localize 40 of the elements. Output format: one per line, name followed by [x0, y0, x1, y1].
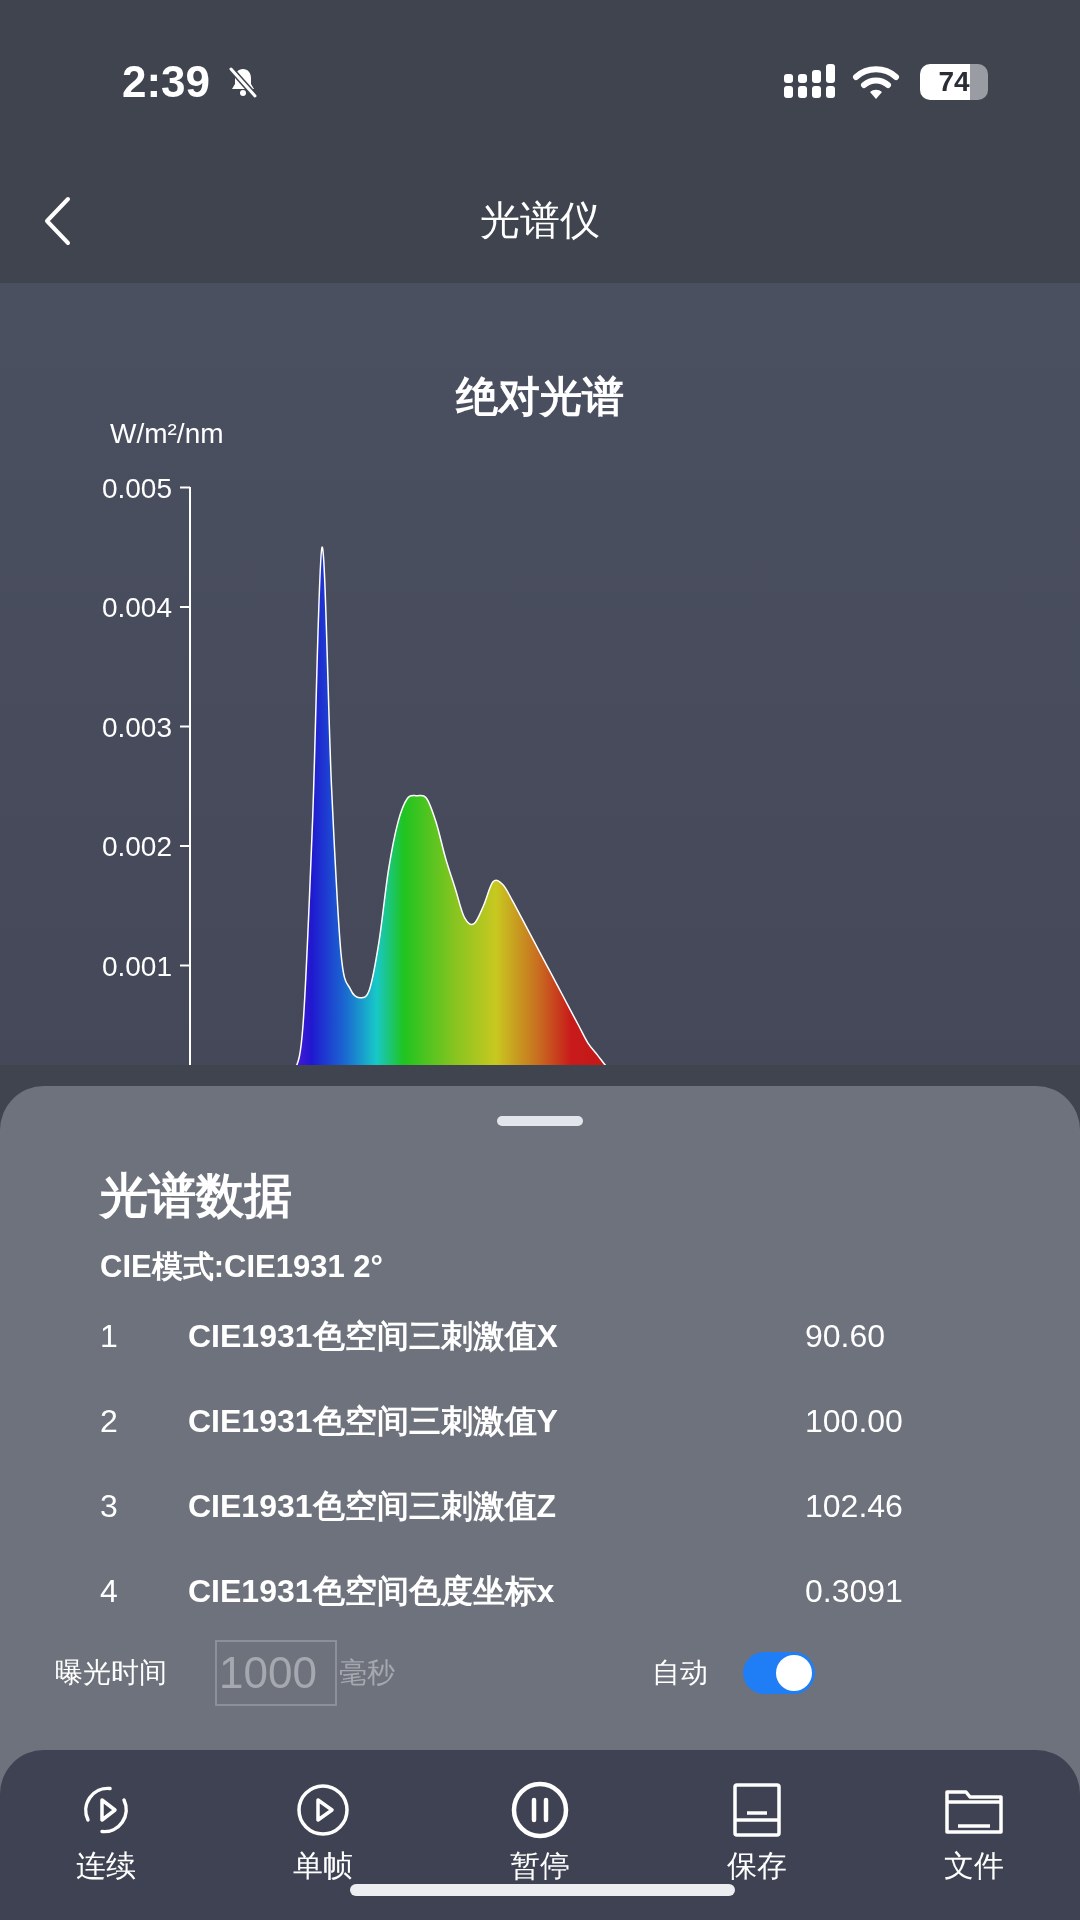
parameter-value: 100.00 — [805, 1403, 903, 1440]
parameter-name: CIE1931色空间三刺激值Z — [188, 1486, 558, 1526]
folder-icon — [945, 1790, 1003, 1834]
exposure-label: 曝光时间 — [55, 1656, 168, 1690]
chart-title: 绝对光谱 — [456, 373, 624, 420]
auto-toggle[interactable] — [743, 1652, 815, 1694]
signal-icon — [784, 64, 838, 100]
y-tick-label: 0.005 — [101, 472, 172, 504]
row-index: 1 — [100, 1318, 119, 1355]
wifi-icon — [852, 64, 900, 100]
parameter-name: CIE1931色空间色度坐标x — [188, 1571, 556, 1611]
toolbar-button[interactable]: 连续 — [42, 1780, 170, 1920]
y-tick-label: 0.003 — [101, 711, 172, 743]
page-title: 光谱仪 — [480, 197, 600, 244]
toolbar-button[interactable]: 暂停 — [476, 1780, 604, 1920]
play-icon — [297, 1784, 349, 1836]
toolbar-button[interactable]: 文件 — [910, 1780, 1038, 1920]
parameter-name: CIE1931色空间三刺激值Y — [188, 1401, 559, 1441]
toolbar-button[interactable]: 单帧 — [259, 1780, 387, 1920]
cie-mode: CIE模式:CIE1931 2° — [100, 1248, 384, 1286]
row-index: 3 — [100, 1488, 119, 1525]
back-icon[interactable] — [42, 196, 72, 246]
parameter-value: 90.60 — [805, 1318, 886, 1355]
parameter-value: 0.3091 — [805, 1573, 903, 1610]
y-tick-label: 0.001 — [101, 950, 172, 982]
y-tick-label: 0.004 — [101, 592, 172, 623]
battery-icon: 74 — [920, 64, 988, 100]
y-axis-unit: W/m²/nm — [110, 418, 224, 449]
y-tick-label: 0.002 — [101, 831, 172, 862]
status-time: 2:39 — [122, 57, 211, 107]
parameter-value: 102.46 — [805, 1488, 903, 1525]
pause-icon — [511, 1781, 569, 1839]
drag-handle[interactable] — [497, 1116, 583, 1126]
auto-label: 自动 — [652, 1656, 708, 1690]
sheet-title: 光谱数据 — [100, 1168, 293, 1224]
row-index: 2 — [100, 1403, 119, 1440]
parameter-name: CIE1931色空间三刺激值X — [188, 1316, 559, 1356]
replay-icon — [84, 1786, 128, 1834]
row-index: 4 — [100, 1573, 119, 1610]
toolbar-button[interactable]: 保存 — [693, 1780, 821, 1920]
